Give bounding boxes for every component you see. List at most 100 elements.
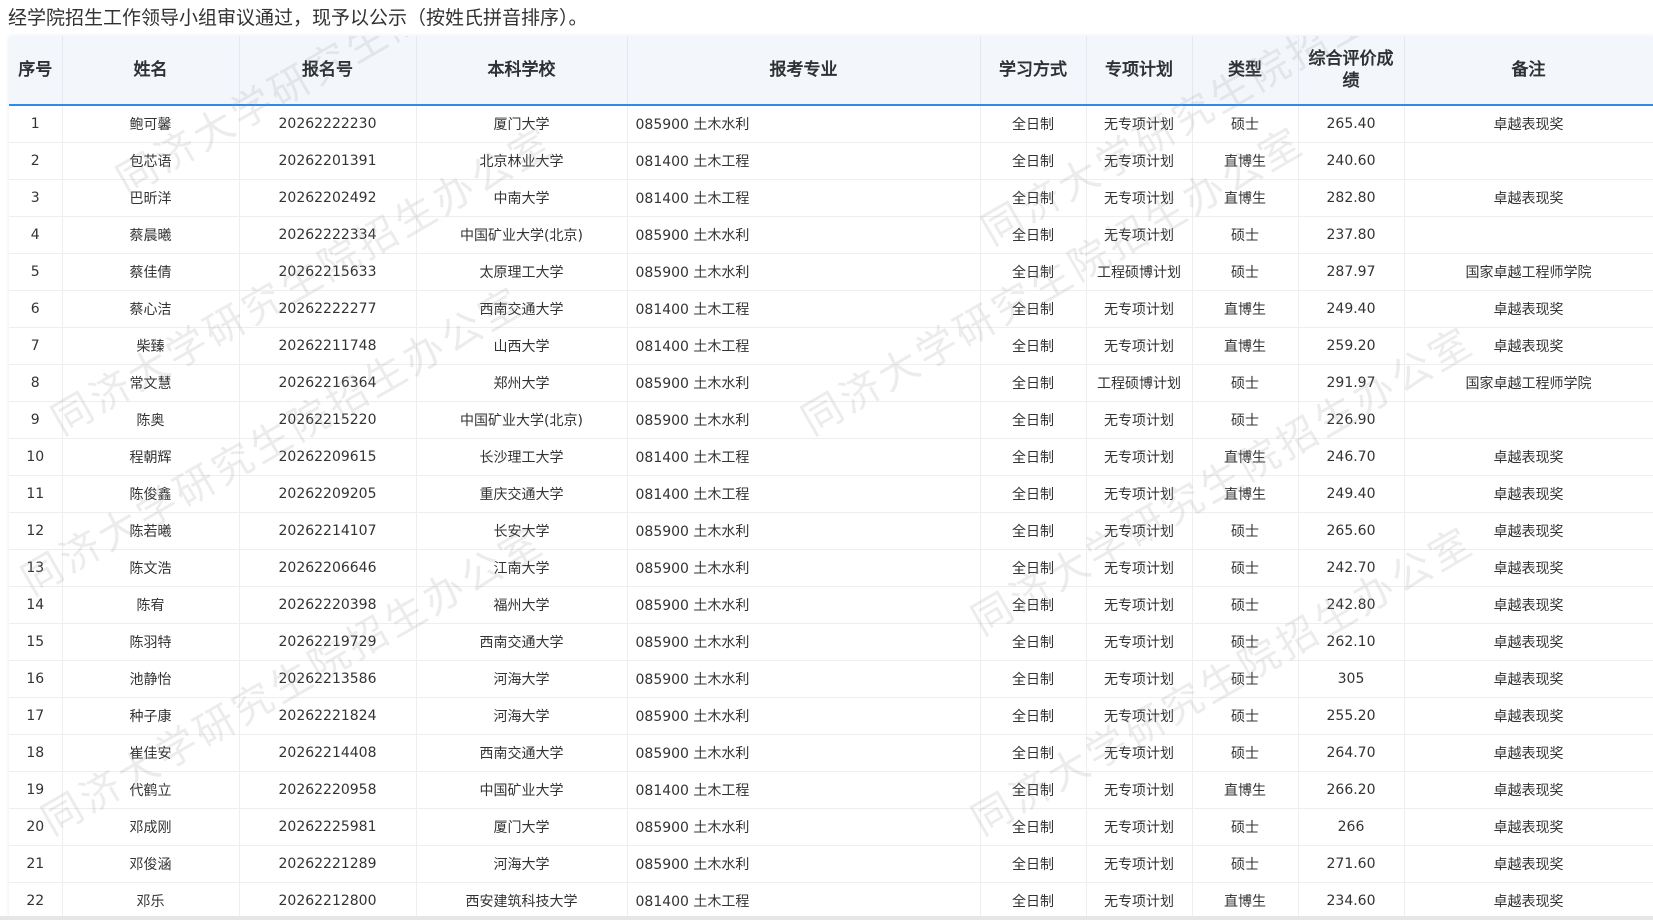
cell-type: 硕士 [1192,734,1299,772]
cell-index: 4 [9,216,63,254]
cell-name: 柴臻 [62,327,240,365]
cell-remark: 卓越表现奖 [1404,734,1653,772]
cell-study-mode: 全日制 [980,512,1087,550]
table-row[interactable]: 18 崔佳安 20262214408 西南交通大学 085900 土木水利 全日制 无专项计… [9,734,1653,772]
column-header-reg-no: 报名号 [239,36,417,106]
table-row[interactable]: 3 巴昕洋 20262202492 中南大学 081400 土木工程 全日制 无专项计划 直博… [9,179,1653,217]
cell-remark [1404,216,1653,254]
cell-school: 西安建筑科技大学 [416,882,628,920]
cell-school: 江南大学 [416,549,628,587]
cell-type: 硕士 [1192,364,1299,402]
cell-score: 305 [1298,660,1405,698]
cell-major: 085900 土木水利 [627,697,981,735]
cell-type: 直博生 [1192,290,1299,328]
cell-name: 池静怡 [62,660,240,698]
table-row[interactable]: 16 池静怡 20262213586 河海大学 085900 土木水利 全日制 无专项计划硕… [9,660,1653,698]
cell-major: 085900 土木水利 [627,364,981,402]
cell-school: 厦门大学 [416,808,628,846]
cell-major: 085900 土木水利 [627,216,981,254]
cell-name: 陈奥 [62,401,240,439]
table-row[interactable]: 12 陈若曦 20262214107 长安大学 085900 土木水利 全日制 无专项计划硕… [9,512,1653,550]
cell-score: 255.20 [1298,697,1405,735]
cell-remark: 卓越表现奖 [1404,290,1653,328]
table-row[interactable]: 22 邓乐 20262212800 西安建筑科技大学 081400 土木工程 全日制 无专项… [9,882,1653,920]
table-row[interactable]: 21 邓俊涵 20262221289 河海大学 085900 土木水利 全日制 无专项计划硕… [9,845,1653,883]
column-header-school: 本科学校 [416,36,628,106]
cell-name: 蔡佳倩 [62,253,240,291]
cell-index: 2 [9,142,63,180]
table-row[interactable]: 6 蔡心洁 20262222277 西南交通大学 081400 土木工程 全日制 无专项计划… [9,290,1653,328]
cell-index: 6 [9,290,63,328]
cell-type: 直博生 [1192,438,1299,476]
cell-school: 西南交通大学 [416,623,628,661]
cell-remark: 卓越表现奖 [1404,105,1653,143]
cell-reg-no: 20262222334 [239,216,417,254]
cell-name: 陈羽特 [62,623,240,661]
cell-special-plan: 工程硕博计划 [1086,253,1193,291]
cell-study-mode: 全日制 [980,586,1087,624]
cell-name: 包芯语 [62,142,240,180]
cell-type: 直博生 [1192,142,1299,180]
cell-type: 硕士 [1192,549,1299,587]
cell-index: 18 [9,734,63,772]
table-header-row: 序号 姓名 报名号 本科学校 报考专业 学习方式 专项计划 类型 综合评价成绩 … [9,36,1653,106]
cell-special-plan: 无专项计划 [1086,697,1193,735]
cell-school: 中国矿业大学(北京) [416,401,628,439]
column-header-name: 姓名 [62,36,240,106]
cell-reg-no: 20262219729 [239,623,417,661]
cell-index: 16 [9,660,63,698]
cell-study-mode: 全日制 [980,438,1087,476]
cell-index: 20 [9,808,63,846]
cell-remark: 卓越表现奖 [1404,808,1653,846]
table-row[interactable]: 9 陈奥 20262215220 中国矿业大学(北京) 085900 土木水利 全日制 无专… [9,401,1653,439]
table-body: 1 鲍可馨 20262222230 厦门大学 085900 土木水利 全日制 无专项计划 硕士… [9,105,1653,920]
cell-major: 085900 土木水利 [627,808,981,846]
cell-school: 长安大学 [416,512,628,550]
cell-special-plan: 无专项计划 [1086,290,1193,328]
table-row[interactable]: 2 包芯语 20262201391 北京林业大学 081400 土木工程 全日制 无专项计划… [9,142,1653,180]
column-header-special-plan: 专项计划 [1086,36,1193,106]
table-row[interactable]: 11 陈俊鑫 20262209205 重庆交通大学 081400 土木工程 全日制 无专项计… [9,475,1653,513]
cell-study-mode: 全日制 [980,216,1087,254]
table-row[interactable]: 14 陈宥 20262220398 福州大学 085900 土木水利 全日制 无专项计划 硕士… [9,586,1653,624]
cell-index: 10 [9,438,63,476]
cell-special-plan: 无专项计划 [1086,734,1193,772]
cell-remark: 卓越表现奖 [1404,179,1653,217]
cell-score: 287.97 [1298,253,1405,291]
cell-name: 巴昕洋 [62,179,240,217]
admission-table-container[interactable]: 序号 姓名 报名号 本科学校 报考专业 学习方式 专项计划 类型 综合评价成绩 … [9,36,1653,920]
cell-school: 山西大学 [416,327,628,365]
cell-reg-no: 20262216364 [239,364,417,402]
cell-major: 085900 土木水利 [627,253,981,291]
cell-name: 陈宥 [62,586,240,624]
cell-score: 262.10 [1298,623,1405,661]
cell-index: 12 [9,512,63,550]
cell-remark: 卓越表现奖 [1404,327,1653,365]
table-row[interactable]: 8 常文慧 20262216364 郑州大学 085900 土木水利 全日制 工程硕博计划硕… [9,364,1653,402]
cell-school: 重庆交通大学 [416,475,628,513]
cell-reg-no: 20262209615 [239,438,417,476]
cell-special-plan: 无专项计划 [1086,142,1193,180]
cell-type: 硕士 [1192,216,1299,254]
cell-study-mode: 全日制 [980,142,1087,180]
cell-index: 7 [9,327,63,365]
table-row[interactable]: 4 蔡晨曦 20262222334 中国矿业大学(北京) 085900 土木水利 全日制无… [9,216,1653,254]
cell-reg-no: 20262213586 [239,660,417,698]
cell-index: 13 [9,549,63,587]
cell-index: 14 [9,586,63,624]
table-row[interactable]: 1 鲍可馨 20262222230 厦门大学 085900 土木水利 全日制 无专项计划 硕士… [9,105,1653,143]
table-row[interactable]: 19 代鹤立 20262220958 中国矿业大学 081400 土木工程 全日制 无专项计… [9,771,1653,809]
table-row[interactable]: 17 种子康 20262221824 河海大学 085900 土木水利 全日制 无专项计划硕… [9,697,1653,735]
table-row[interactable]: 15 陈羽特 20262219729 西南交通大学 085900 土木水利 全日制 无专项计… [9,623,1653,661]
table-row[interactable]: 13 陈文浩 20262206646 江南大学 085900 土木水利 全日制 无专项计划硕… [9,549,1653,587]
cell-school: 北京林业大学 [416,142,628,180]
table-row[interactable]: 20 邓成刚 20262225981 厦门大学 085900 土木水利 全日制 无专项计划硕… [9,808,1653,846]
cell-study-mode: 全日制 [980,734,1087,772]
horizontal-scrollbar[interactable] [0,916,1653,920]
table-row[interactable]: 7 柴臻 20262211748 山西大学 081400 土木工程 全日制 无专项计划 直博生… [9,327,1653,365]
cell-score: 264.70 [1298,734,1405,772]
table-row[interactable]: 10 程朝辉 20262209615 长沙理工大学 081400 土木工程 全日制 无专项计… [9,438,1653,476]
cell-score: 242.70 [1298,549,1405,587]
cell-special-plan: 无专项计划 [1086,475,1193,513]
table-row[interactable]: 5 蔡佳倩 20262215633 太原理工大学 085900 土木水利 全日制 工程硕博计… [9,253,1653,291]
